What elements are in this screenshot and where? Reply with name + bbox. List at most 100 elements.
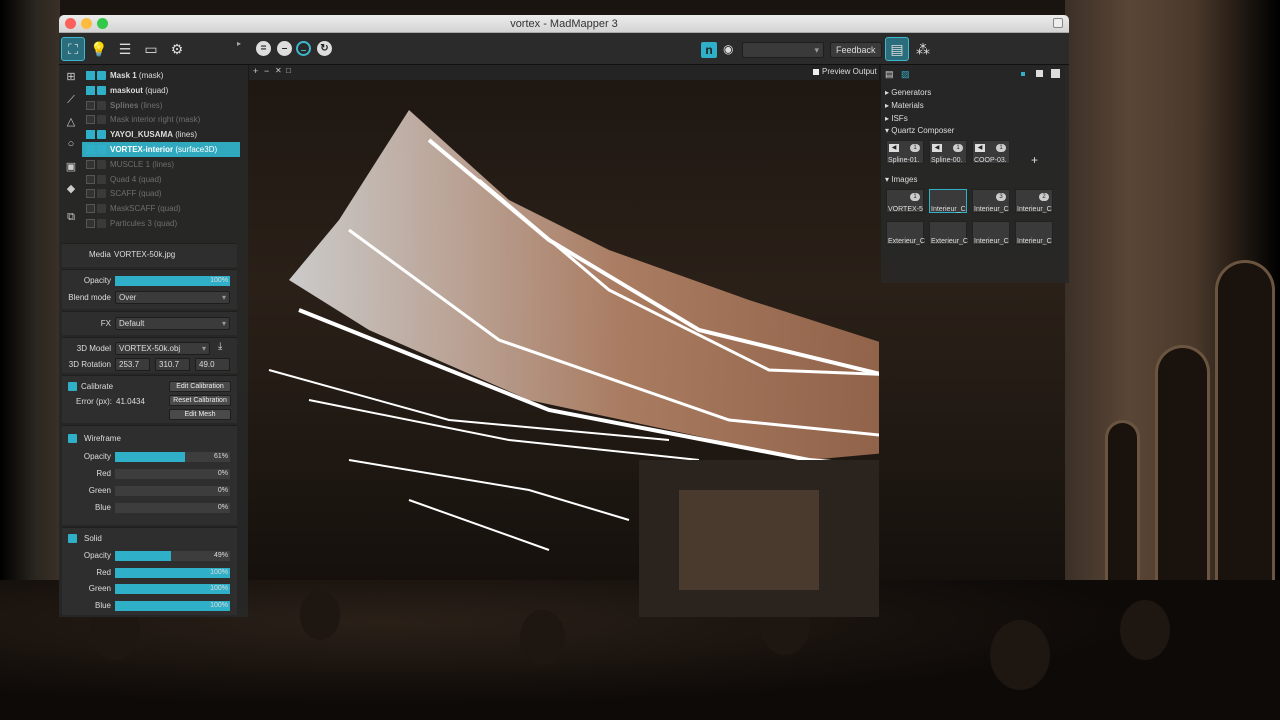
media-thumbnail[interactable]: Exterieur_C <box>886 221 925 245</box>
value-slider[interactable]: 0% <box>115 469 230 479</box>
layer-item[interactable]: maskout (quad) <box>82 83 240 98</box>
lock-icon[interactable] <box>97 130 106 140</box>
lock-icon[interactable] <box>97 85 106 95</box>
lock-icon[interactable] <box>97 174 106 184</box>
visibility-toggle[interactable] <box>86 85 95 95</box>
gear-icon[interactable]: ⚙ <box>165 37 189 61</box>
layer-item[interactable]: Splines (lines) <box>82 98 240 113</box>
media-thumbnail[interactable]: 1 VORTEX-5 <box>886 189 924 213</box>
output-dropdown[interactable] <box>742 42 824 58</box>
value-slider[interactable]: 0% <box>115 486 230 496</box>
media-thumbnail[interactable]: Exterieur_C <box>929 221 968 245</box>
feedback-button[interactable]: Feedback <box>830 42 882 58</box>
visibility-toggle[interactable] <box>86 71 95 80</box>
rotation-x-input[interactable]: 253.7 <box>115 358 150 371</box>
fullscreen-icon[interactable] <box>1053 18 1063 28</box>
tree-images[interactable]: ▾ Images <box>885 175 917 184</box>
image-view-icon[interactable]: ▨ <box>901 69 910 80</box>
media-thumbnail[interactable]: ◀ 1 Spline-01. <box>886 140 924 164</box>
media-thumbnail[interactable]: Interieur_C <box>1015 221 1053 245</box>
value-slider[interactable]: 100% <box>115 584 230 594</box>
calibrate-checkbox[interactable] <box>68 382 77 391</box>
layer-item[interactable]: Mask interior right (mask) <box>82 112 240 127</box>
projection-canvas[interactable] <box>249 80 879 617</box>
minus-active-icon[interactable]: – <box>296 41 311 56</box>
play-icon[interactable]: ◀ <box>975 144 985 152</box>
solid-icon[interactable] <box>68 534 77 543</box>
medium-size-icon[interactable] <box>1036 70 1043 77</box>
zoom-in-icon[interactable]: + <box>253 66 258 76</box>
remove-icon[interactable]: – <box>277 41 292 56</box>
fit-icon[interactable]: ✕ <box>275 66 282 75</box>
media-thumbnail[interactable]: Interieur_C <box>972 221 1010 245</box>
close-window-button[interactable] <box>65 18 76 29</box>
wireframe-icon[interactable] <box>68 434 77 443</box>
value-slider[interactable]: 61% <box>115 452 230 462</box>
bulb-icon[interactable]: 💡 <box>87 37 111 61</box>
layer-item[interactable]: VORTEX-interior (surface3D) <box>82 142 240 157</box>
maximize-window-button[interactable] <box>97 18 108 29</box>
zoom-out-icon[interactable]: − <box>264 66 269 76</box>
tree-generators[interactable]: ▸ Generators <box>885 88 931 97</box>
media-thumbnail[interactable]: ◀ 1 Spline-00. <box>929 140 967 164</box>
add-circle-icon[interactable]: ○ <box>64 137 78 151</box>
mapping-mode-icon[interactable]: ⛶ <box>61 37 85 61</box>
play-icon[interactable]: ◀ <box>889 144 899 152</box>
reset-calibration-button[interactable]: Reset Calibration <box>169 395 231 406</box>
visibility-toggle[interactable] <box>86 100 95 110</box>
layer-item[interactable]: Quad 4 (quad) <box>82 172 240 187</box>
value-slider[interactable]: 49% <box>115 551 230 561</box>
media-value[interactable]: VORTEX-50k.jpg <box>114 250 175 259</box>
expand-icon[interactable]: ▸ <box>237 39 245 48</box>
projector-icon[interactable]: ▭ <box>139 37 163 61</box>
add-3d-icon[interactable]: ◆ <box>64 182 78 196</box>
small-size-icon[interactable] <box>1021 72 1025 76</box>
add-mask-icon[interactable]: ▣ <box>64 160 78 174</box>
media-thumbnail[interactable]: ◀ 1 COOP-03. <box>972 140 1010 164</box>
select-all-icon[interactable]: = <box>256 41 271 56</box>
media-thumbnail[interactable]: 3 Interieur_C <box>972 189 1010 213</box>
fx-select[interactable]: Default <box>115 317 230 330</box>
large-size-icon[interactable] <box>1051 69 1060 78</box>
lock-icon[interactable] <box>97 115 106 125</box>
tree-quartz[interactable]: ▾ Quartz Composer <box>885 126 954 135</box>
play-icon[interactable]: ◀ <box>932 144 942 152</box>
add-triangle-icon[interactable]: △ <box>64 115 78 129</box>
frame-icon[interactable]: □ <box>286 66 291 75</box>
lock-icon[interactable] <box>97 145 106 154</box>
visibility-toggle[interactable] <box>86 130 95 140</box>
layer-item[interactable]: MUSCLE 1 (lines) <box>82 157 240 172</box>
list-view-icon[interactable]: ▤ <box>885 69 894 80</box>
edit-mesh-button[interactable]: Edit Mesh <box>169 409 231 420</box>
media-thumbnail[interactable]: Interieur_C <box>929 189 967 213</box>
visibility-toggle[interactable] <box>86 189 95 199</box>
opacity-slider[interactable]: 100% <box>115 276 230 286</box>
layer-item[interactable]: Particules 3 (quad) <box>82 216 240 231</box>
lock-icon[interactable] <box>97 219 106 228</box>
lock-icon[interactable] <box>97 204 106 214</box>
layer-item[interactable]: SCAFF (quad) <box>82 186 240 201</box>
preview-output-checkbox[interactable] <box>813 69 819 75</box>
rotation-y-input[interactable]: 310.7 <box>155 358 190 371</box>
visibility-toggle[interactable] <box>86 204 95 214</box>
visibility-toggle[interactable] <box>86 174 95 184</box>
library-icon[interactable]: ▤ <box>885 37 909 61</box>
edit-calibration-button[interactable]: Edit Calibration <box>169 381 231 392</box>
model-select[interactable]: VORTEX-50k.obj <box>115 342 210 355</box>
add-line-icon[interactable]: ⟋ <box>64 93 78 107</box>
add-quad-icon[interactable]: ⊞ <box>64 70 78 84</box>
lock-icon[interactable] <box>97 100 106 110</box>
layer-item[interactable]: YAYOI_KUSAMA (lines) <box>82 127 240 142</box>
eye-icon[interactable]: ◉ <box>723 42 733 56</box>
layer-item[interactable]: MaskSCAFF (quad) <box>82 201 240 216</box>
value-slider[interactable]: 0% <box>115 503 230 513</box>
refresh-icon[interactable]: ↻ <box>317 41 332 56</box>
download-icon[interactable]: ⤓ <box>218 341 222 352</box>
visibility-toggle[interactable] <box>86 145 95 154</box>
value-slider[interactable]: 100% <box>115 600 230 611</box>
blend-select[interactable]: Over <box>115 291 230 304</box>
lock-icon[interactable] <box>97 189 106 199</box>
layer-item[interactable]: Mask 1 (mask) <box>82 68 240 83</box>
madmapper-logo-icon[interactable]: n <box>701 42 717 58</box>
value-slider[interactable]: 100% <box>115 567 230 578</box>
